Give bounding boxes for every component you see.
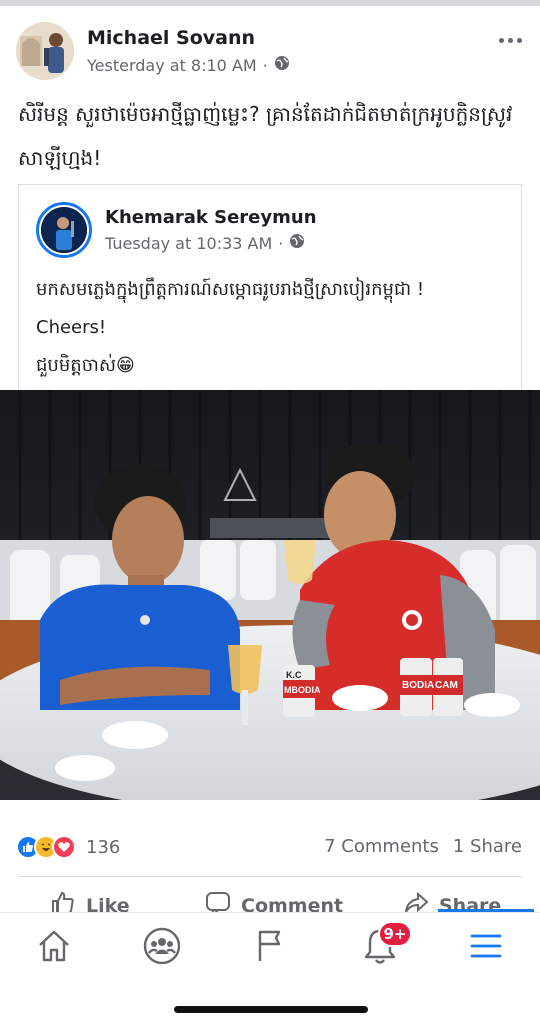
shared-text-line: ជួបមិត្តចាស់😁	[36, 355, 135, 376]
can-label: BODIA	[402, 680, 434, 691]
more-options-button[interactable]	[496, 30, 524, 50]
post-timestamp[interactable]: Yesterday at 8:10 AM	[87, 56, 257, 75]
bottom-tab-bar: 9+	[0, 912, 540, 1024]
home-icon	[35, 927, 73, 969]
post-header: Michael Sovann Yesterday at 8:10 AM ·	[16, 22, 524, 82]
shared-text-line: Cheers!	[36, 317, 107, 338]
pages-flag-icon	[252, 928, 288, 968]
post-meta: Yesterday at 8:10 AM ·	[87, 55, 290, 75]
shared-text-line: មកសមភ្លេងក្នុងព្រឹត្តការណ៍សម្ភោធរូបរាងថ្…	[36, 279, 425, 300]
more-dot-icon	[507, 37, 513, 43]
post-text-line: សិរីមន្ត សួរថាម៉េចអាថ្មីធ្លាញ់ម្លេះ? គ្រ…	[18, 102, 513, 126]
globe-icon	[274, 55, 290, 75]
tab-notifications[interactable]: 9+	[350, 921, 412, 973]
notification-badge: 9+	[378, 921, 412, 947]
status-strip	[0, 0, 540, 6]
shared-timestamp[interactable]: Tuesday at 10:33 AM	[105, 234, 272, 253]
shared-post-body: មកសមភ្លេងក្នុងព្រឹត្តការណ៍សម្ភោធរូបរាងថ្…	[36, 271, 506, 385]
post-author-name[interactable]: Michael Sovann	[87, 27, 255, 49]
tab-home[interactable]	[24, 923, 84, 973]
can-label: CAM	[435, 680, 458, 691]
reactions-summary[interactable]: 136	[16, 832, 120, 862]
reaction-count[interactable]: 136	[86, 837, 120, 858]
divider	[18, 876, 522, 877]
more-dot-icon	[516, 37, 522, 43]
post-photo[interactable]: K.C MBODIA BODIA CAM	[0, 390, 540, 800]
meta-separator: ·	[278, 233, 284, 253]
post-body: សិរីមន្ត សួរថាម៉េចអាថ្មីធ្លាញ់ម្លេះ? គ្រ…	[18, 92, 518, 180]
shared-author-avatar[interactable]	[36, 202, 92, 258]
globe-icon	[289, 233, 305, 253]
shared-author-name[interactable]: Khemarak Sereymun	[105, 207, 317, 228]
comments-count-link[interactable]: 7 Comments	[324, 836, 439, 857]
meta-separator: ·	[262, 55, 268, 75]
engagement-stats: 7 Comments 1 Share	[324, 836, 522, 857]
groups-icon	[142, 926, 182, 970]
shares-count-link[interactable]: 1 Share	[453, 836, 522, 857]
author-avatar[interactable]	[16, 22, 74, 80]
menu-icon	[469, 931, 503, 965]
home-indicator-bar[interactable]	[174, 1006, 368, 1013]
tab-groups[interactable]	[132, 923, 192, 973]
can-label: K.C	[286, 670, 302, 680]
can-label: MBODIA	[284, 685, 321, 695]
tab-menu[interactable]	[456, 923, 516, 973]
more-dot-icon	[498, 37, 504, 43]
love-reaction-icon	[52, 835, 76, 859]
shared-post-meta: Tuesday at 10:33 AM ·	[105, 233, 305, 253]
tab-pages[interactable]	[240, 923, 300, 973]
post-text-line: សាឡីហ្មង!	[18, 146, 102, 170]
